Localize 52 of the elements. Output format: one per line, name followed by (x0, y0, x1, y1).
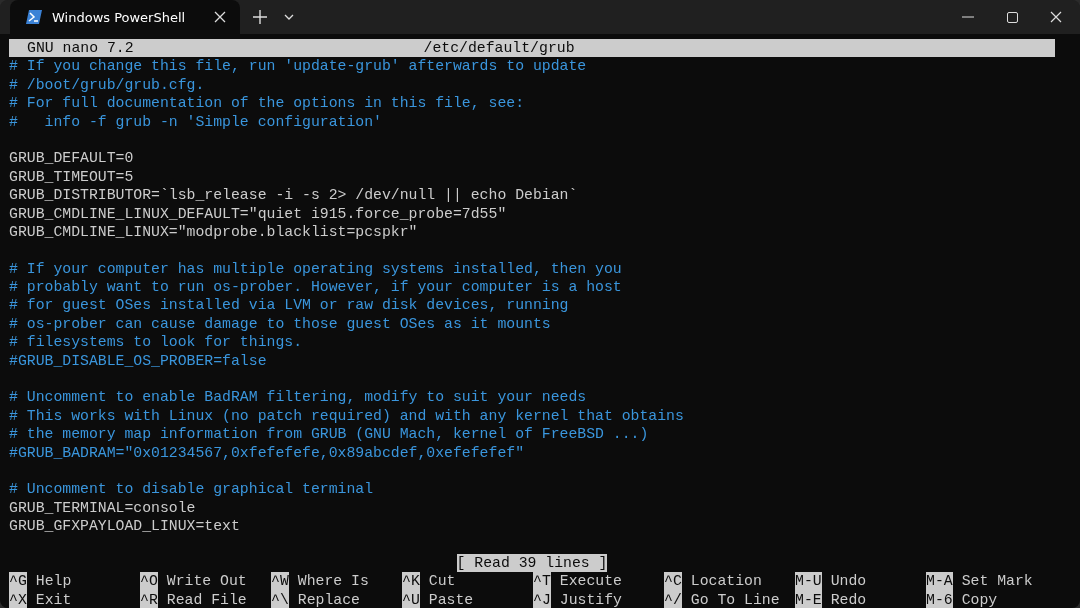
code-line: GRUB_TERMINAL=console (9, 499, 196, 516)
code-line: GRUB_GFXPAYLOAD_LINUX=text (9, 518, 240, 535)
comment-line: # /boot/grub/grub.cfg. (9, 76, 205, 93)
file-name: /etc/default/grub (423, 39, 575, 58)
shortcut-label: Set Mark (961, 572, 1033, 591)
powershell-icon (26, 10, 42, 24)
shortcut-label: Undo (830, 572, 867, 591)
shortcut-label: Execute (559, 572, 622, 591)
shortcut-label: Exit (35, 590, 72, 608)
shortcut-label: Copy (961, 590, 998, 608)
tab-title: Windows PowerShell (52, 9, 187, 25)
comment-line: # Uncomment to enable BadRAM filtering, modify to suit your needs (9, 389, 587, 406)
comment-line: # info -f grub -n 'Simple configuration' (9, 113, 382, 130)
comment-line: # filesystems to look for things. (9, 334, 303, 351)
code-line: GRUB_CMDLINE_LINUX_DEFAULT="quiet i915.force_probe=7d55" (9, 205, 507, 222)
code-line: GRUB_DEFAULT=0 (9, 150, 134, 167)
comment-line: #GRUB_DISABLE_OS_PROBER=false (9, 352, 267, 369)
code-line: GRUB_DISTRIBUTOR=`lsb_release -i -s 2> /dev/null || echo Debian` (9, 187, 578, 204)
comment-line: # If you change this file, run 'update-grub' afterwards to update (9, 58, 587, 75)
shortcut-label: Where Is (297, 572, 369, 591)
shortcut-key: ^W (271, 572, 289, 591)
comment-line: # the memory map information from GRUB (GNU Mach, kernel of FreeBSD ...) (9, 426, 649, 443)
status-message: [ Read 39 lines ] (456, 553, 608, 573)
comment-line: #GRUB_BADRAM="0x01234567,0xfefefefe,0x89abcdef,0xefefefef" (9, 444, 524, 461)
shortcut-label: Redo (830, 590, 867, 608)
shortcut-label: Write Out (166, 572, 247, 591)
comment-line: # If your computer has multiple operating systems installed, then you (9, 260, 622, 277)
shortcut-key: ^C (664, 572, 682, 591)
shortcut-label: Paste (428, 590, 474, 608)
shortcut-label: Replace (297, 590, 360, 608)
shortcut-label: Location (690, 572, 762, 591)
shortcut-key: ^O (140, 572, 158, 591)
shortcut-label: Read File (166, 590, 247, 608)
shortcut-key: ^K (402, 572, 420, 591)
comment-line: # os-prober can cause damage to those guest OSes as it mounts (9, 315, 551, 332)
shortcut-label: Go To Line (690, 590, 780, 608)
shortcut-key: ^T (533, 572, 551, 591)
shortcut-label: Cut (428, 572, 456, 591)
shortcut-key: ^G (9, 572, 27, 591)
shortcut-label: Help (35, 572, 72, 591)
comment-line: # for guest OSes installed via LVM or raw disk devices, running (9, 297, 569, 314)
shortcut-key: M-U (795, 572, 822, 591)
nano-version: GNU nano 7.2 (27, 39, 134, 58)
comment-line: # probably want to run os-prober. However, if your computer is a host (9, 279, 622, 296)
comment-line: # For full documentation of the options in this file, see: (9, 95, 524, 112)
code-line: GRUB_TIMEOUT=5 (9, 168, 134, 185)
comment-line: # This works with Linux (no patch required) and with any kernel that obtains (9, 407, 684, 424)
shortcut-key: M-A (926, 572, 953, 591)
comment-line: # Uncomment to disable graphical terminal (9, 481, 374, 498)
code-line: GRUB_CMDLINE_LINUX="modprobe.blacklist=pcspkr" (9, 223, 418, 240)
terminal-tab[interactable]: Windows PowerShell (10, 0, 240, 34)
shortcut-label: Justify (559, 590, 622, 608)
